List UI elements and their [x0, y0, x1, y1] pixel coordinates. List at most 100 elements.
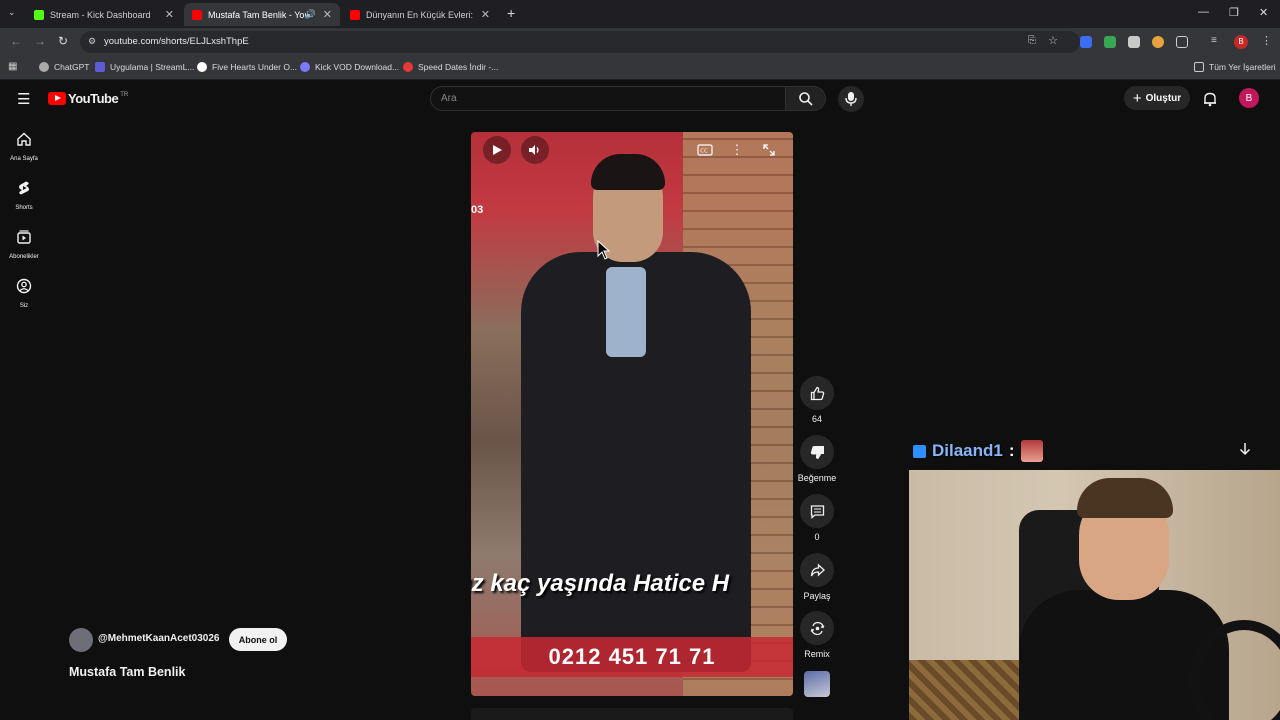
volume-button[interactable] — [521, 136, 549, 164]
share-button[interactable]: Paylaş — [800, 553, 834, 601]
next-short-preview[interactable] — [471, 708, 793, 720]
scroll-down-button[interactable] — [1232, 436, 1258, 462]
channel-avatar[interactable] — [69, 628, 93, 652]
profile-avatar[interactable]: B — [1234, 35, 1248, 49]
video-title[interactable]: Mustafa Tam Benlik — [69, 665, 185, 679]
closed-captions-icon: CC — [697, 144, 713, 156]
kick-favicon-icon — [34, 9, 44, 20]
browser-toolbar: ← → ↻ ⚙ youtube.com/shorts/ELJLxshThpE ⎘… — [0, 28, 1280, 56]
shorts-video-player[interactable]: 03 ız kaç yaşında Hatice H 0212 451 71 7… — [471, 132, 793, 696]
youtube-logo[interactable]: YouTube TR — [48, 91, 128, 106]
channel-handle[interactable]: @MehmetKaanAcet03026 — [98, 633, 219, 644]
comments-button[interactable]: 0 — [800, 494, 834, 542]
sidebar-item-label: Ana Sayfa — [10, 156, 38, 162]
back-icon[interactable]: ← — [10, 34, 22, 48]
bookmark-chatgpt[interactable]: ChatGPT — [39, 62, 89, 72]
youtube-header: ☰ YouTube TR Ara + Oluştur B — [0, 80, 1280, 120]
tab-title: Stream - Kick Dashboard — [50, 9, 151, 20]
sidebar-item-label: Shorts — [15, 205, 33, 211]
extension-orange-icon[interactable] — [1152, 36, 1164, 48]
subscribe-button[interactable]: Abone ol — [229, 628, 287, 651]
share-circle — [800, 553, 834, 587]
reload-icon[interactable]: ↻ — [58, 34, 68, 48]
bookmark-five-hearts[interactable]: Five Hearts Under O... — [197, 62, 297, 72]
thumbs-down-icon — [810, 445, 824, 459]
play-button[interactable] — [483, 136, 511, 164]
video-phone-banner: 0212 451 71 71 — [471, 637, 793, 677]
captions-button[interactable]: CC — [691, 136, 719, 164]
tab-youtube-short[interactable]: Mustafa Tam Benlik - YouTu 🔊 ✕ — [184, 3, 340, 26]
sidebar-item-home[interactable]: Ana Sayfa — [0, 131, 48, 162]
dislike-button[interactable]: Beğenme — [798, 435, 836, 483]
extension-pen-icon[interactable] — [1080, 36, 1092, 48]
media-control-icon[interactable]: ≡ — [1211, 35, 1217, 46]
apps-grid-icon[interactable]: ▦ — [8, 61, 17, 72]
bookmark-label: Five Hearts Under O... — [212, 62, 298, 72]
browser-tab-strip: ⌄ Stream - Kick Dashboard ✕ Mustafa Tam … — [0, 0, 1280, 28]
svg-text:CC: CC — [700, 149, 708, 155]
browser-menu-icon[interactable]: ⋮ — [1261, 34, 1272, 47]
sound-thumbnail[interactable] — [804, 671, 830, 697]
more-options-button[interactable]: ⋮ — [723, 136, 751, 164]
comment-icon — [810, 504, 824, 519]
remix-button[interactable]: Remix — [800, 611, 834, 659]
arrow-down-icon — [1239, 443, 1251, 456]
close-tab-icon[interactable]: ✕ — [323, 8, 332, 21]
microphone-icon — [845, 92, 857, 106]
window-close-icon[interactable]: ✕ — [1259, 6, 1268, 19]
restore-icon[interactable]: ❐ — [1229, 6, 1239, 19]
close-tab-icon[interactable]: ✕ — [481, 8, 490, 21]
bookmark-label: ChatGPT — [54, 62, 90, 72]
like-button[interactable]: 64 — [800, 376, 834, 424]
install-app-icon[interactable]: ⎘ — [1028, 35, 1036, 46]
search-button[interactable] — [786, 86, 826, 111]
all-bookmarks[interactable]: Tüm Yer İşaretleri — [1194, 62, 1276, 72]
close-tab-icon[interactable]: ✕ — [165, 8, 174, 21]
voice-search-button[interactable] — [838, 86, 864, 112]
share-arrow-icon — [810, 563, 825, 576]
bookmark-label: Tüm Yer İşaretleri — [1209, 62, 1276, 72]
sidebar-item-shorts[interactable]: Shorts — [0, 180, 48, 211]
webcam-streamer-hair — [1077, 478, 1173, 518]
video-presenter-hair — [591, 154, 665, 190]
extension-grid-icon[interactable] — [1128, 36, 1140, 48]
tab-smallest-houses[interactable]: Dünyanın En Küçük Evleri: 1,5 m ✕ — [342, 3, 498, 26]
speaker-icon[interactable]: 🔊 — [305, 9, 316, 20]
hamburger-menu-icon[interactable]: ☰ — [17, 90, 30, 108]
extensions-puzzle-icon[interactable] — [1176, 36, 1188, 48]
home-icon — [17, 132, 31, 146]
new-tab-button[interactable]: + — [507, 5, 515, 21]
address-bar[interactable]: ⚙ youtube.com/shorts/ELJLxshThpE ⎘ ☆ — [80, 31, 1080, 53]
tab-title: Dünyanın En Küçük Evleri: 1,5 m — [366, 9, 476, 20]
tab-title: Mustafa Tam Benlik - YouTu — [208, 9, 308, 20]
sidebar-item-you[interactable]: Siz — [0, 278, 48, 309]
youtube-play-logo-icon — [48, 92, 66, 105]
tab-kick-dashboard[interactable]: Stream - Kick Dashboard ✕ — [26, 3, 182, 26]
minimize-icon[interactable]: — — [1198, 6, 1209, 18]
search-icon — [799, 92, 813, 106]
create-label: Oluştur — [1145, 92, 1182, 104]
subscriptions-icon — [17, 230, 31, 244]
create-button[interactable]: + Oluştur — [1124, 86, 1190, 110]
tab-search-chevron-icon[interactable]: ⌄ — [8, 7, 16, 18]
chat-separator: : — [1008, 441, 1015, 460]
video-presenter-shirt — [606, 267, 646, 357]
webcam-rug — [909, 660, 1029, 720]
bookmark-star-icon[interactable]: ☆ — [1048, 34, 1058, 47]
bookmark-kick-vod[interactable]: Kick VOD Download... — [300, 62, 399, 72]
kick-badge-icon — [913, 444, 926, 458]
streamer-webcam — [909, 470, 1280, 720]
account-avatar[interactable]: B — [1239, 88, 1259, 108]
fullscreen-button[interactable] — [755, 136, 783, 164]
steam-icon — [197, 62, 207, 72]
forward-icon[interactable]: → — [34, 34, 46, 48]
bookmark-streamlabs[interactable]: Uygulama | StreamL... — [95, 62, 194, 72]
bookmark-speed-dates[interactable]: Speed Dates İndir -... — [403, 62, 498, 72]
extension-shield-icon[interactable] — [1104, 36, 1116, 48]
search-input[interactable]: Ara — [430, 86, 786, 111]
url-text: youtube.com/shorts/ELJLxshThpE — [104, 36, 249, 47]
video-caption-text: ız kaç yaşında Hatice H — [471, 570, 730, 597]
sidebar-item-subscriptions[interactable]: Abonelikler — [0, 229, 48, 260]
notifications-bell-icon[interactable] — [1202, 91, 1218, 107]
site-info-icon[interactable]: ⚙ — [88, 36, 96, 47]
